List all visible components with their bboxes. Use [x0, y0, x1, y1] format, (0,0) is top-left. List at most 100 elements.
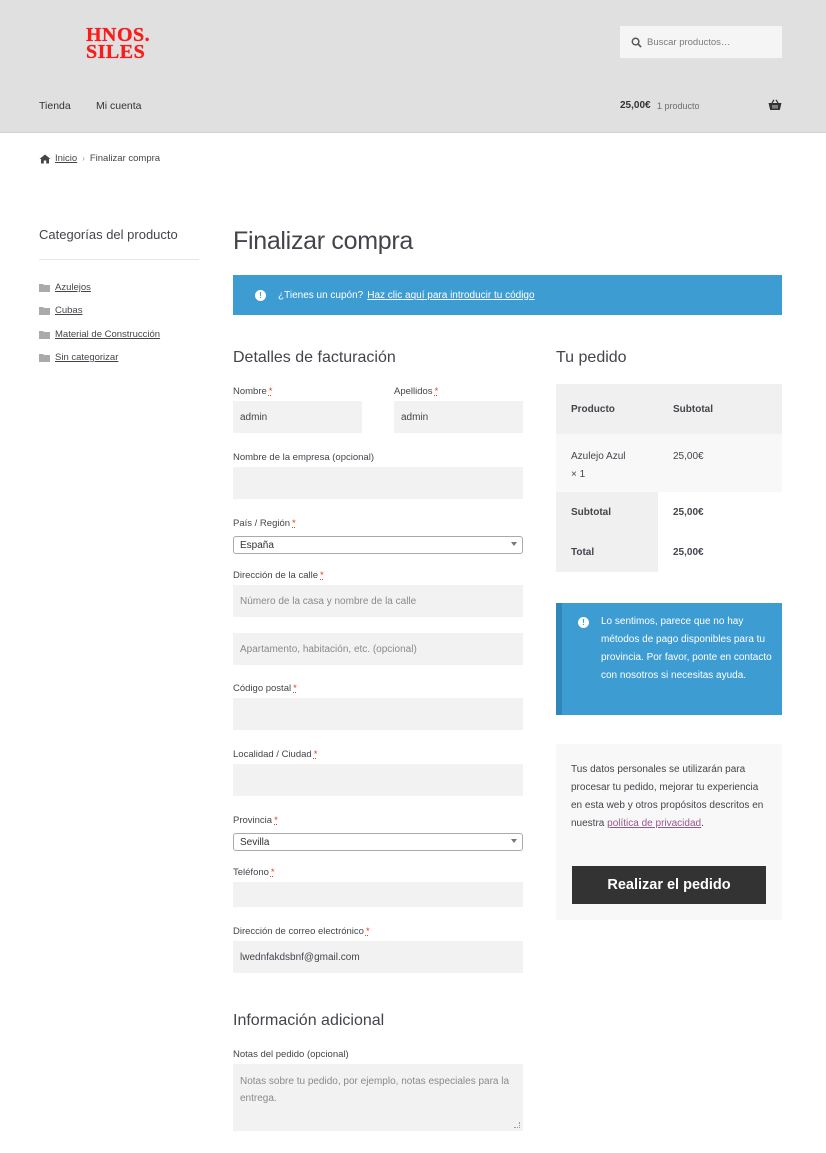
direccion-label-text: Dirección de la calle	[233, 570, 319, 581]
pais-select[interactable]: España	[233, 536, 523, 554]
billing-heading: Detalles de facturación	[233, 349, 396, 366]
dropdown-arrow-icon	[511, 839, 517, 843]
pais-label-text: País / Región	[233, 518, 291, 529]
order-item-name: Azulejo Azul	[571, 451, 626, 462]
additional-heading: Información adicional	[233, 1012, 385, 1029]
cart-amount[interactable]: 25,00€	[620, 100, 651, 111]
order-table-header: Producto Subtotal	[556, 384, 782, 434]
localidad-field[interactable]	[233, 764, 523, 796]
telefono-label-text: Teléfono	[233, 867, 269, 878]
provincia-select-value: Sevilla	[240, 836, 270, 848]
provincia-label: Provincia *	[233, 815, 278, 826]
apellidos-label: Apellidos *	[394, 386, 438, 397]
payment-notice-text: Lo sentimos, parece que no hay métodos d…	[601, 616, 772, 681]
info-icon: !	[578, 617, 589, 628]
nombre-label: Nombre *	[233, 386, 273, 397]
pais-select-value: España	[240, 539, 274, 551]
folder-icon	[39, 330, 50, 339]
notes-placeholder: Notas sobre tu pedido, por ejemplo, nota…	[240, 1076, 510, 1104]
localidad-label-text: Localidad / Ciudad	[233, 749, 312, 760]
site-header: HNOS. SILES Tienda Mi cuenta 25,00€ 1 pr…	[0, 0, 826, 133]
total-label: Total	[556, 532, 658, 572]
apellidos-label-text: Apellidos	[394, 386, 433, 397]
folder-icon	[39, 307, 50, 316]
coupon-text: ¿Tienes un cupón?	[278, 289, 364, 301]
cp-label: Código postal *	[233, 683, 297, 694]
folder-icon	[39, 284, 50, 293]
resize-grip-icon[interactable]	[514, 1122, 520, 1128]
page-title: Finalizar compra	[233, 227, 413, 255]
sidebar-divider	[39, 259, 199, 260]
required-mark: *	[365, 926, 370, 937]
place-order-button[interactable]: Realizar el pedido	[572, 866, 766, 904]
required-mark: *	[268, 386, 273, 397]
site-logo[interactable]: HNOS. SILES	[86, 25, 156, 62]
required-mark: *	[313, 749, 318, 760]
direccion-field[interactable]: Número de la casa y nombre de la calle	[233, 585, 523, 617]
required-mark: *	[270, 867, 275, 878]
breadcrumb-home[interactable]: Inicio	[55, 153, 77, 164]
provincia-select[interactable]: Sevilla	[233, 833, 523, 851]
category-link-cubas[interactable]: Cubas	[55, 305, 82, 316]
category-list: Azulejos Cubas Material de Construcción …	[39, 276, 160, 369]
order-review-table: Producto Subtotal Azulejo Azul × 1 25,00…	[556, 384, 782, 572]
folder-icon	[39, 354, 50, 363]
info-icon: !	[255, 289, 266, 301]
required-mark: *	[292, 518, 296, 529]
nombre-label-text: Nombre	[233, 386, 267, 397]
category-link-material[interactable]: Material de Construcción	[55, 329, 160, 340]
search-input[interactable]	[647, 36, 777, 48]
category-item: Cubas	[39, 299, 160, 322]
home-icon	[39, 154, 51, 163]
coupon-link[interactable]: Haz clic aquí para introducir tu código	[367, 290, 534, 301]
category-link-azulejos[interactable]: Azulejos	[55, 282, 91, 293]
cart-count[interactable]: 1 producto	[657, 101, 700, 111]
pais-label: País / Región *	[233, 518, 296, 529]
subtotal-label: Subtotal	[556, 492, 658, 532]
nav-tienda[interactable]: Tienda	[39, 100, 71, 112]
search-icon	[631, 37, 642, 48]
order-item-total: 25,00€	[658, 434, 782, 492]
cp-field[interactable]	[233, 698, 523, 730]
payment-notice: ! Lo sentimos, parece que no hay métodos…	[556, 603, 782, 715]
category-item: Material de Construcción	[39, 323, 160, 346]
telefono-label: Teléfono *	[233, 867, 275, 878]
order-total-row: Total 25,00€	[556, 532, 782, 572]
provincia-label-text: Provincia	[233, 815, 273, 826]
required-mark: *	[274, 815, 278, 826]
nav-mi-cuenta[interactable]: Mi cuenta	[96, 100, 142, 112]
apellidos-field[interactable]: admin	[394, 401, 523, 433]
total-value: 25,00€	[658, 532, 782, 572]
breadcrumb: Inicio › Finalizar compra	[39, 153, 160, 164]
email-field[interactable]: lwednfakdsbnf@gmail.com	[233, 941, 523, 973]
order-item-qty: × 1	[571, 469, 586, 480]
category-item: Sin categorizar	[39, 346, 160, 369]
localidad-label: Localidad / Ciudad *	[233, 749, 317, 760]
search-box[interactable]	[620, 26, 782, 58]
privacy-end: .	[701, 818, 704, 829]
email-label: Dirección de correo electrónico *	[233, 926, 370, 937]
direccion2-field[interactable]: Apartamento, habitación, etc. (opcional)	[233, 633, 523, 665]
telefono-field[interactable]	[233, 882, 523, 907]
category-link-sin-categorizar[interactable]: Sin categorizar	[55, 352, 118, 363]
order-subtotal-row: Subtotal 25,00€	[556, 492, 782, 532]
required-mark: *	[434, 386, 439, 397]
coupon-notice: ! ¿Tienes un cupón? Haz clic aquí para i…	[233, 275, 782, 315]
empresa-field[interactable]	[233, 467, 523, 499]
breadcrumb-separator-icon: ›	[82, 154, 85, 163]
order-item-row: Azulejo Azul × 1 25,00€	[556, 434, 782, 492]
dropdown-arrow-icon	[511, 542, 517, 546]
order-heading: Tu pedido	[556, 349, 627, 366]
direccion-label: Dirección de la calle *	[233, 570, 324, 581]
nombre-field[interactable]: admin	[233, 401, 362, 433]
notes-label: Notas del pedido (opcional)	[233, 1049, 349, 1060]
col-subtotal: Subtotal	[658, 384, 782, 434]
basket-icon[interactable]	[768, 99, 782, 111]
breadcrumb-current: Finalizar compra	[89, 153, 161, 164]
notes-textarea[interactable]: Notas sobre tu pedido, por ejemplo, nota…	[233, 1064, 523, 1131]
cp-label-text: Código postal	[233, 683, 292, 694]
order-item-cell: Azulejo Azul × 1	[556, 434, 658, 492]
required-mark: *	[320, 570, 324, 581]
privacy-link[interactable]: política de privacidad	[607, 818, 701, 829]
sidebar-title: Categorías del producto	[39, 227, 178, 242]
